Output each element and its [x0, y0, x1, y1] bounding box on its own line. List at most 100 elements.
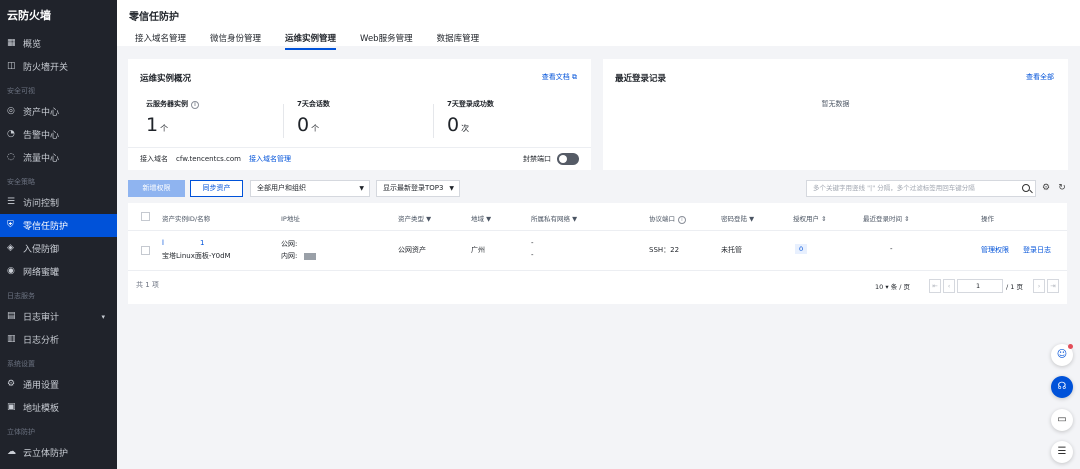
instance-id-tail[interactable]: 1 — [200, 239, 204, 247]
menu-button[interactable]: ☰ — [1051, 441, 1073, 463]
gear-icon[interactable]: ⚙ — [1041, 183, 1051, 193]
honeypot-icon: ◉ — [7, 266, 15, 276]
col-asset-type[interactable]: 资产类型 ▼ — [398, 213, 431, 223]
sidebar-item-label: 通用设置 — [23, 381, 60, 391]
sidebar-item[interactable]: ◌ 流量中心 — [0, 146, 117, 169]
smiley-icon: ☺ — [1056, 349, 1068, 360]
chevron-down-icon: ▼ — [449, 185, 454, 192]
sync-assets-button[interactable]: 同步资产 — [190, 180, 243, 197]
col-region[interactable]: 地域 ▼ — [471, 213, 491, 223]
col-password[interactable]: 密码登陆 ▼ — [721, 213, 754, 223]
last-page-icon[interactable]: ⇥ — [1047, 279, 1059, 293]
col-port-label: 协议端口 — [649, 215, 675, 223]
cloud-icon: ☁ — [7, 447, 16, 457]
info-icon[interactable]: i — [191, 101, 199, 109]
auth-users-badge[interactable]: 0 — [795, 244, 808, 254]
prev-page-icon[interactable]: ‹ — [943, 279, 955, 293]
sidebar-item[interactable]: ☁ 云立体防护 — [0, 441, 117, 464]
view-docs-label: 查看文档 — [541, 73, 570, 81]
sidebar-group-label: 安全策略 — [7, 178, 35, 186]
instance-id[interactable]: l1 — [162, 239, 204, 247]
auth-users[interactable]: 0 — [795, 244, 808, 254]
stat-instances: 云服务器实例 i 1个 — [146, 99, 199, 136]
view-docs-link[interactable]: 查看文档 ⧉ — [542, 72, 577, 82]
filter-icon[interactable]: ▼ — [486, 215, 491, 223]
page-size-select[interactable]: 10 ▾ 条 / 页 — [875, 281, 910, 291]
select-all-checkbox[interactable] — [141, 212, 150, 221]
sidebar-item[interactable]: ◔ 告警中心 — [0, 123, 117, 146]
col-vpc-label: 所属私有网络 — [531, 215, 570, 223]
brand-title: 云防火墙 — [7, 9, 51, 22]
external-link-icon: ⧉ — [572, 73, 577, 81]
sort-icon[interactable]: ⇕ — [904, 215, 909, 223]
instance-table: 资产实例ID/名称 IP地址 资产类型 ▼ 地域 ▼ 所属私有网络 ▼ 协议端口… — [128, 203, 1067, 304]
sidebar-nav: ▦ 概览 ◫ 防火墙开关 安全可视 ◎ 资产中心 ◔ 告警中心 ◌ 流量中心 安全策略 ☰ 访问控制 ⛨ 零信… — [0, 32, 117, 464]
search-icon[interactable] — [1022, 184, 1030, 192]
sidebar-item[interactable]: ⛨ 零信任防护 — [0, 214, 117, 237]
col-ip: IP地址 — [281, 215, 300, 223]
block-port-label: 封禁端口 — [523, 155, 551, 163]
sidebar-item[interactable]: ◫ 防火墙开关 — [0, 55, 117, 78]
search-placeholder: 多个关键字用竖线 "|" 分隔，多个过滤标签用回车键分隔 — [813, 184, 975, 192]
tab-bar: 接入域名管理 微信身份管理 运维实例管理 Web服务管理 数据库管理 — [135, 32, 503, 50]
filter-icon[interactable]: ▼ — [426, 215, 431, 223]
first-page-icon[interactable]: ⇤ — [929, 279, 941, 293]
password-login: 未托管 — [721, 246, 742, 254]
settings-icon: ⚙ — [7, 379, 16, 389]
row-checkbox[interactable] — [141, 246, 150, 255]
col-password-label: 密码登陆 — [721, 215, 747, 223]
next-page-icon[interactable]: › — [1033, 279, 1045, 293]
sort-icon[interactable]: ⇕ — [821, 215, 826, 223]
tab[interactable]: 运维实例管理 — [285, 32, 337, 50]
col-last-login-label: 最近登录时间 — [863, 215, 902, 223]
instance-id-link[interactable]: l — [162, 239, 164, 247]
sidebar-item-label: 地址模板 — [23, 404, 60, 414]
stat-instances-value: 1 — [146, 114, 159, 136]
block-port-toggle[interactable] — [557, 153, 579, 165]
overview-card: 运维实例概况 查看文档 ⧉ 云服务器实例 i 1个 7天会话数 0个 7天登录成功… — [128, 59, 591, 170]
info-icon[interactable]: i — [678, 216, 686, 224]
tab[interactable]: 数据库管理 — [437, 32, 480, 50]
sidebar-item[interactable]: ▦ 概览 — [0, 32, 117, 55]
sidebar-item[interactable]: ◉ 网络蜜罐 — [0, 260, 117, 283]
tab[interactable]: Web服务管理 — [360, 32, 413, 50]
sidebar-item-label: 日志审计 — [23, 313, 60, 323]
new-permission-button[interactable]: 新增权限 — [128, 180, 185, 197]
col-port: 协议端口 i — [649, 213, 686, 224]
tab[interactable]: 微信身份管理 — [210, 32, 261, 50]
page-size-value: 10 — [875, 283, 884, 291]
region: 广州 — [471, 246, 485, 254]
sidebar-item[interactable]: ▣ 地址模板 — [0, 396, 117, 419]
login-log-link[interactable]: 登录日志 — [1023, 245, 1051, 255]
docs-button[interactable]: ▭ — [1051, 409, 1073, 431]
stat-sessions-label: 7天会话数 — [297, 100, 330, 108]
feedback-button[interactable]: ☺ — [1051, 344, 1073, 366]
sidebar-item[interactable]: ⚙ 通用设置 — [0, 373, 117, 396]
view-all-link[interactable]: 查看全部 — [1026, 72, 1054, 82]
stat-divider — [433, 104, 434, 138]
filter-icon[interactable]: ▼ — [572, 215, 577, 223]
sidebar-item[interactable]: ◎ 资产中心 — [0, 100, 117, 123]
tab[interactable]: 接入域名管理 — [135, 32, 186, 50]
search-input[interactable]: 多个关键字用竖线 "|" 分隔，多个过滤标签用回车键分隔 — [806, 180, 1036, 197]
sidebar-item-label: 概览 — [23, 40, 42, 50]
filter-icon[interactable]: ▼ — [749, 215, 754, 223]
support-button[interactable]: ☊ — [1051, 376, 1073, 398]
sidebar-item[interactable]: ◈ 入侵防御 — [0, 237, 117, 260]
col-auth-users[interactable]: 授权用户 ⇕ — [793, 213, 827, 223]
sidebar-group-label: 系统设置 — [7, 360, 35, 368]
list-icon: ☰ — [7, 197, 16, 207]
user-filter-select[interactable]: 全部用户和组织 ▼ — [250, 180, 370, 197]
col-last-login[interactable]: 最近登录时间 ⇕ — [863, 213, 910, 223]
sidebar-item[interactable]: ☰ 访问控制 — [0, 191, 117, 214]
col-vpc[interactable]: 所属私有网络 ▼ — [531, 213, 577, 223]
manage-permission-link[interactable]: 管理权限 — [981, 245, 1009, 255]
refresh-icon[interactable]: ↻ — [1057, 183, 1067, 193]
page-input[interactable]: 1 — [957, 279, 1003, 293]
sidebar-item[interactable]: ▥ 日志分析 — [0, 328, 117, 351]
chevron-down-icon: ▼ — [359, 185, 364, 192]
sidebar-item[interactable]: ▤ 日志审计 ▾ — [0, 305, 117, 328]
top3-select[interactable]: 显示最新登录TOP3 ▼ — [376, 180, 460, 197]
domain-manage-link[interactable]: 接入域名管理 — [249, 154, 291, 164]
page-title: 零信任防护 — [129, 12, 179, 23]
